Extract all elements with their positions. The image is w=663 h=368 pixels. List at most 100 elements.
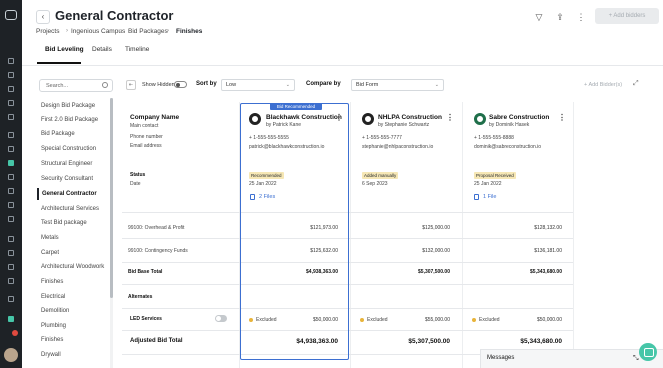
- more-icon[interactable]: ⋮: [446, 113, 454, 122]
- tab-details[interactable]: Details: [92, 46, 112, 53]
- contingency-label: 99100: Contingency Funds: [128, 248, 188, 254]
- list-item[interactable]: Security Consultant: [37, 173, 111, 185]
- nav-icon[interactable]: [8, 278, 14, 284]
- bidder-date: 6 Sep 2023: [362, 181, 388, 187]
- nav-icon[interactable]: [8, 296, 14, 302]
- search-input[interactable]: Search...: [39, 79, 113, 92]
- chevron-right-icon: ›: [167, 28, 169, 34]
- app-rail: [0, 0, 22, 368]
- more-icon[interactable]: ⋮: [558, 113, 566, 122]
- chat-button[interactable]: [639, 343, 657, 361]
- chat-icon[interactable]: [8, 316, 14, 322]
- nav-icon[interactable]: [8, 100, 14, 106]
- bids-icon[interactable]: [8, 160, 14, 166]
- bid-package-list: Search... Design Bid Package First 2.0 B…: [34, 76, 114, 368]
- messages-label: Messages: [487, 355, 515, 361]
- list-item[interactable]: Architectural Woodwork: [37, 261, 111, 273]
- list-item[interactable]: Plumbing: [37, 320, 111, 332]
- app-logo-icon[interactable]: [5, 10, 17, 20]
- list-item[interactable]: Carpet: [37, 247, 111, 259]
- list-item-selected[interactable]: General Contractor: [37, 188, 111, 200]
- nav-icon[interactable]: [8, 72, 14, 78]
- list-item[interactable]: Bid Package: [37, 128, 111, 140]
- compare-select[interactable]: Bid Form ⌄: [351, 79, 444, 91]
- nav-icon[interactable]: [8, 188, 14, 194]
- contingency-value: $136,181.00: [534, 248, 562, 254]
- bidder-logo: [362, 113, 374, 125]
- nav-icon[interactable]: [8, 114, 14, 120]
- led-toggle[interactable]: [215, 315, 227, 322]
- company-name-label: Company Name: [130, 114, 180, 121]
- bidder-name[interactable]: NHLPA Construction: [378, 114, 442, 121]
- list-item[interactable]: Finishes: [37, 276, 111, 288]
- list-item[interactable]: Design Bid Package: [37, 100, 111, 112]
- led-status: Excluded: [367, 317, 388, 323]
- breadcrumb-projects[interactable]: Projects: [36, 28, 59, 35]
- led-status: Excluded: [479, 317, 500, 323]
- nav-icon[interactable]: [8, 86, 14, 92]
- led-services-label: LED Services: [130, 316, 162, 322]
- phone-label: Phone number: [130, 134, 163, 140]
- collapse-icon[interactable]: ⇤: [126, 80, 136, 90]
- nav-icon[interactable]: [8, 250, 14, 256]
- scrollbar-thumb[interactable]: [110, 98, 113, 298]
- home-icon[interactable]: [8, 58, 14, 64]
- avatar[interactable]: [4, 348, 18, 362]
- bid-leveling-grid: Company Name Main contact Phone number E…: [122, 102, 663, 368]
- leveling-toolbar: ⇤ Show Hidden Sort by Low ⌄ Compare by Bi…: [122, 76, 663, 94]
- nav-icon[interactable]: [8, 146, 14, 152]
- bidder-email[interactable]: stephanie@nhlpaconstruction.io: [362, 144, 433, 150]
- expand-icon[interactable]: ⤢: [633, 80, 641, 88]
- list-item[interactable]: Architectural Services: [37, 203, 111, 215]
- tab-timeline[interactable]: Timeline: [125, 46, 149, 53]
- add-bidder-button[interactable]: + Add Bidder(s): [584, 82, 622, 88]
- list-item[interactable]: Test Bid package: [37, 217, 111, 229]
- files-link[interactable]: 1 File: [483, 194, 496, 200]
- list-item[interactable]: Drywall: [37, 349, 111, 361]
- nav-icon[interactable]: [8, 236, 14, 242]
- base-total-value: $5,307,500.00: [418, 269, 450, 275]
- chevron-right-icon: ›: [120, 28, 122, 34]
- adjusted-total-label: Adjusted Bid Total: [130, 338, 183, 344]
- bidder-phone: + 1-555-555-8888: [474, 135, 514, 141]
- more-icon[interactable]: ⋮: [575, 11, 587, 23]
- list-item[interactable]: Finishes: [37, 334, 111, 346]
- led-value: $50,000.00: [536, 317, 562, 323]
- led-value: $55,000.00: [424, 317, 450, 323]
- list-item[interactable]: Metals: [37, 232, 111, 244]
- list-item[interactable]: Demolition: [37, 305, 111, 317]
- filter-icon[interactable]: ▽: [533, 11, 545, 23]
- status-dot: [360, 318, 364, 322]
- breadcrumb-bid-packages[interactable]: Bid Packages: [128, 28, 168, 35]
- tab-bid-leveling[interactable]: Bid Leveling: [45, 46, 84, 53]
- nav-icon[interactable]: [8, 264, 14, 270]
- export-icon[interactable]: ⇪: [554, 11, 566, 23]
- show-hidden-toggle[interactable]: [174, 81, 187, 88]
- contingency-value: $132,000.00: [422, 248, 450, 254]
- list-item[interactable]: Special Construction: [37, 143, 111, 155]
- sort-select[interactable]: Low ⌄: [221, 79, 295, 91]
- nav-icon[interactable]: [8, 202, 14, 208]
- overhead-label: 99100: Overhead & Profit: [128, 225, 185, 231]
- bidder-date: 25 Jan 2022: [474, 181, 502, 187]
- list-item[interactable]: Structural Engineer: [37, 158, 111, 170]
- list-item[interactable]: Electrical: [37, 291, 111, 303]
- breadcrumb-project[interactable]: Ingenious Campus: [71, 28, 125, 35]
- nav-icon[interactable]: [8, 216, 14, 222]
- add-bidders-button[interactable]: + Add bidders: [595, 8, 659, 24]
- nav-icon[interactable]: [8, 132, 14, 138]
- nav-icon[interactable]: [8, 174, 14, 180]
- bidder-email[interactable]: dominik@sabreconstruction.io: [474, 144, 541, 150]
- status-label: Status: [130, 172, 146, 178]
- bidder-name[interactable]: Sabre Construction: [489, 114, 549, 121]
- status-badge: Proposal Received: [474, 172, 516, 179]
- alternates-label: Alternates: [128, 294, 153, 300]
- search-icon: [102, 82, 108, 88]
- page-header: ‹ General Contractor Projects › Ingeniou…: [22, 0, 663, 66]
- overhead-value: $128,132.00: [534, 225, 562, 231]
- expand-icon[interactable]: ⤡: [633, 355, 640, 362]
- back-button[interactable]: ‹: [36, 10, 50, 24]
- list-item[interactable]: First 2.0 Bid Package: [37, 114, 111, 126]
- chevron-down-icon: ⌄: [285, 82, 290, 88]
- messages-panel[interactable]: Messages ⤡: [480, 349, 663, 368]
